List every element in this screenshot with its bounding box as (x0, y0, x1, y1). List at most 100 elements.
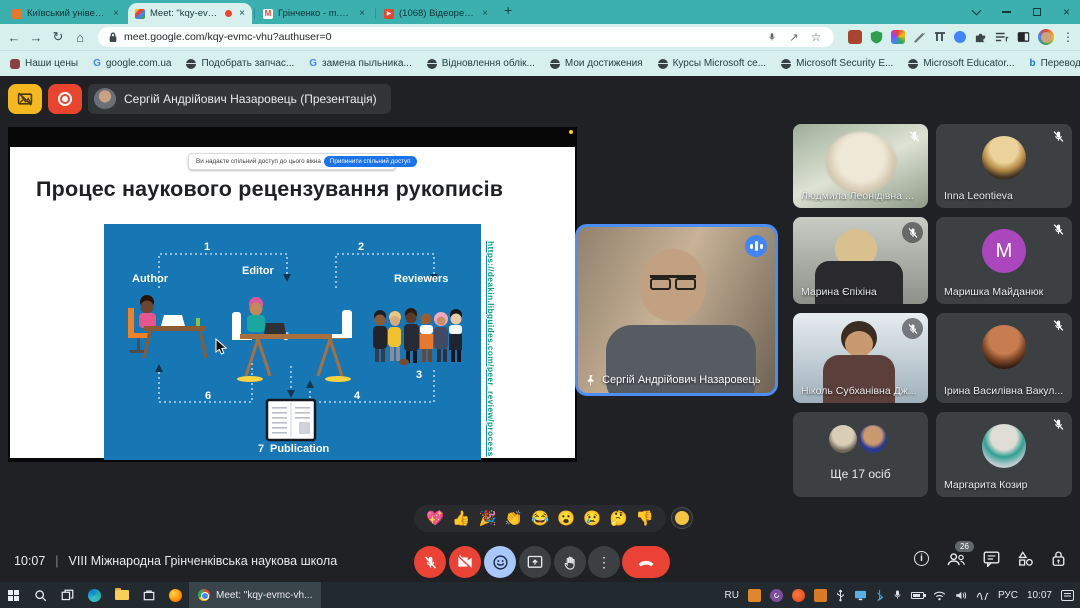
speaker-tile[interactable]: Сергій Андрійович Назаровець (575, 224, 778, 396)
bookmark-item[interactable]: Gзамена пыльника... (309, 58, 411, 69)
back-button[interactable]: ← (2, 24, 26, 50)
more-options-button[interactable]: ⋮ (588, 546, 620, 578)
extension-icon[interactable] (848, 30, 862, 44)
pen-input-icon[interactable] (976, 590, 989, 600)
reactions-button[interactable] (484, 546, 516, 578)
tab-meet[interactable]: Meet: "kqy-evmc-vhu" × (128, 3, 252, 24)
tab-search-icon[interactable] (972, 5, 982, 15)
taskbar-clock[interactable]: 10:07 (1027, 590, 1052, 601)
bookmark-star-icon[interactable]: ☆ (808, 30, 824, 44)
participant-tile[interactable]: M Маришка Майданюк (936, 217, 1072, 304)
tab-university[interactable]: Київський університет імені Бо × (5, 3, 126, 24)
store-icon[interactable] (135, 582, 162, 608)
tab-youtube[interactable]: ▶ (1068) Відеорев'ю "Борис Грін × (377, 3, 495, 24)
stop-sharing-button[interactable]: Припинити спільний доступ (324, 156, 417, 167)
maximize-button[interactable] (1033, 8, 1041, 16)
taskbar-search-icon[interactable] (27, 582, 54, 608)
firefox-icon[interactable] (162, 582, 189, 608)
reaction-heart[interactable]: 💖 (426, 510, 444, 527)
diagram-source-link[interactable]: https://deakin.libguides.com/peer_review… (486, 241, 496, 457)
start-button[interactable] (0, 582, 27, 608)
tab-close-icon[interactable]: × (113, 8, 119, 19)
home-button[interactable]: ⌂ (68, 24, 92, 50)
speaker-icon[interactable] (955, 590, 967, 601)
rainbow-extension-icon[interactable] (891, 30, 905, 44)
forward-button[interactable]: → (24, 24, 48, 50)
participant-tile[interactable]: Маргарита Козир (936, 412, 1072, 497)
reaction-thinking[interactable]: 🤔 (610, 510, 628, 527)
action-center-icon[interactable] (1061, 590, 1074, 601)
edge-icon[interactable] (81, 582, 108, 608)
activities-button[interactable] (1017, 550, 1034, 567)
bluetooth-icon[interactable] (876, 589, 884, 602)
participant-tile[interactable]: Марина Єпіхіна (793, 217, 928, 304)
participant-tile[interactable]: Ніколь Субханівна Дж... (793, 313, 928, 403)
close-window-button[interactable]: × (1063, 5, 1070, 19)
mic-search-icon[interactable] (764, 31, 780, 43)
tray-app-icon[interactable] (814, 589, 827, 602)
reaction-thumbs-down[interactable]: 👎 (636, 510, 654, 527)
bookmark-item[interactable]: Мои достижения (550, 58, 643, 69)
battery-icon[interactable] (911, 592, 924, 599)
reaction-clap[interactable]: 👏 (505, 510, 523, 527)
raise-hand-button[interactable] (554, 546, 586, 578)
bookmark-item[interactable]: Наши цены (10, 58, 78, 69)
language-indicator[interactable]: RU (724, 590, 738, 601)
reaction-cry[interactable]: 😢 (583, 510, 601, 527)
people-button[interactable]: 26 (946, 551, 966, 567)
camera-button[interactable] (449, 546, 481, 578)
info-button[interactable]: i (914, 551, 929, 566)
taskbar-chrome-window[interactable]: Meet: "kqy-evmc-vh... (189, 582, 321, 608)
presentation-paused-button[interactable] (8, 84, 42, 114)
tray-app-icon[interactable] (748, 589, 761, 602)
dot-extension-icon[interactable] (954, 31, 966, 43)
address-bar[interactable]: meet.google.com/kqy-evmc-vhu?authuser=0 … (98, 27, 834, 47)
reaction-party[interactable]: 🎉 (479, 510, 497, 527)
side-panel-icon[interactable] (1017, 31, 1030, 43)
playlist-icon[interactable] (995, 31, 1009, 43)
bookmark-item[interactable]: Курсы Microsoft се... (658, 58, 766, 69)
host-controls-button[interactable] (1051, 550, 1066, 567)
presenter-banner[interactable]: Сергій Андрійович Назаровець (Презентаці… (88, 84, 391, 114)
language-indicator[interactable]: РУС (998, 590, 1018, 601)
network-icon[interactable] (933, 590, 946, 601)
recording-indicator[interactable] (48, 84, 82, 114)
mic-button[interactable] (414, 546, 446, 578)
file-explorer-icon[interactable] (108, 582, 135, 608)
bookmark-item[interactable]: Microsoft Security E... (781, 58, 893, 69)
new-tab-button[interactable]: + (504, 2, 512, 18)
shield-extension-icon[interactable] (870, 30, 883, 44)
bookmark-item[interactable]: Відновлення облік... (427, 58, 535, 69)
bookmark-item[interactable]: Подобрать запчас... (186, 58, 294, 69)
display-icon[interactable] (854, 590, 867, 601)
present-button[interactable] (519, 546, 551, 578)
reaction-surprised[interactable]: 😮 (557, 510, 575, 527)
extension-icon[interactable] (934, 31, 946, 43)
browser-menu-icon[interactable]: ⋮ (1062, 30, 1074, 44)
tray-mic-icon[interactable] (893, 589, 902, 601)
participant-tile[interactable]: Ірина Василівна Вакул... (936, 313, 1072, 403)
share-icon[interactable]: ↗ (786, 31, 802, 44)
viber-icon[interactable] (770, 589, 783, 602)
yandex-icon[interactable] (792, 589, 805, 602)
bookmark-item[interactable]: Microsoft Educator... (908, 58, 1014, 69)
more-participants-tile[interactable]: Ще 17 осіб (793, 412, 928, 497)
reaction-thumbs-up[interactable]: 👍 (452, 510, 470, 527)
chat-button[interactable] (983, 551, 1000, 567)
puzzle-extensions-icon[interactable] (974, 31, 987, 44)
skin-tone-picker[interactable] (672, 508, 692, 528)
bookmark-item[interactable]: bПереводчик Bing (1029, 58, 1080, 69)
reload-button[interactable]: ↻ (46, 24, 70, 50)
tab-close-icon[interactable]: × (239, 8, 245, 19)
tab-gmail[interactable]: M Грінченко - m.kozyr@kubg.ed × (256, 3, 372, 24)
task-view-icon[interactable] (54, 582, 81, 608)
tab-close-icon[interactable]: × (359, 8, 365, 19)
usb-icon[interactable] (836, 589, 845, 602)
end-call-button[interactable] (622, 546, 670, 578)
participant-tile[interactable]: Людмила Леонідівна ... (793, 124, 928, 208)
tab-close-icon[interactable]: × (482, 8, 488, 19)
profile-avatar[interactable] (1038, 29, 1054, 45)
bookmark-item[interactable]: Ggoogle.com.ua (93, 58, 171, 69)
pen-extension-icon[interactable] (913, 31, 926, 44)
participant-tile[interactable]: Inna Leontieva (936, 124, 1072, 208)
